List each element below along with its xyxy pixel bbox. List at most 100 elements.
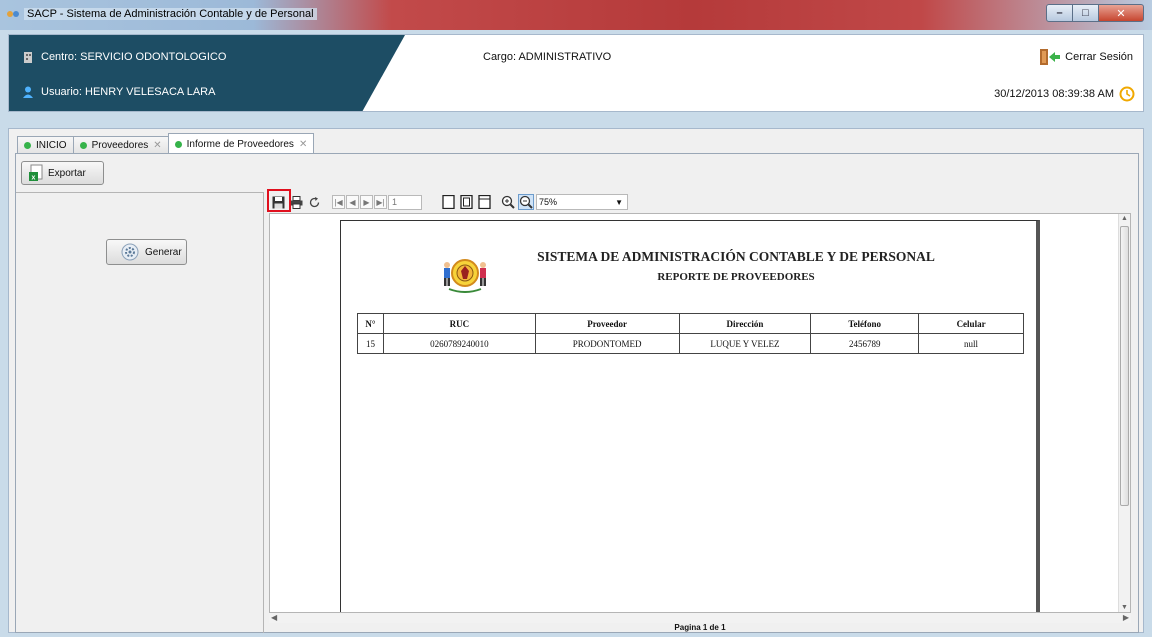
zoom-in-icon: [501, 195, 515, 209]
column-header-proveedor: Proveedor: [534, 313, 680, 334]
report-title: SISTEMA DE ADMINISTRACIÓN CONTABLE Y DE …: [537, 249, 935, 264]
tab-bar: INICIO Proveedores ✕ Informe de Proveedo…: [17, 132, 315, 154]
svg-text:x: x: [32, 175, 36, 182]
fit-page-button[interactable]: [458, 194, 474, 210]
save-icon: [272, 196, 284, 208]
column-header-num: N°: [357, 313, 384, 334]
logout-door-icon: [1040, 49, 1061, 65]
zoom-out-button[interactable]: [518, 194, 534, 210]
logout-label: Cerrar Sesión: [1065, 51, 1133, 63]
save-button[interactable]: [270, 194, 286, 210]
viewer-toolbar: |◀ ◀ ▶ ▶| 1 75% ▼: [266, 189, 1138, 212]
cell-direccion: LUQUE Y VELEZ: [678, 333, 812, 354]
user-icon: [23, 86, 33, 98]
report-viewer: |◀ ◀ ▶ ▶| 1 75% ▼ SISTEMA DE ADMINISTRAC…: [266, 189, 1138, 633]
scroll-left-icon[interactable]: ◀: [271, 613, 277, 622]
tab-status-dot: [24, 142, 31, 149]
cell-ruc: 0260789240010: [382, 333, 536, 354]
gear-icon: [121, 243, 139, 261]
excel-export-icon: x: [29, 164, 43, 182]
first-page-icon: |◀: [334, 197, 343, 207]
export-label: Exportar: [48, 167, 86, 179]
scroll-right-icon[interactable]: ▶: [1123, 613, 1129, 622]
last-page-button[interactable]: ▶|: [374, 195, 387, 209]
page-status: Pagina 1 de 1: [674, 623, 726, 632]
usuario-label: Usuario: HENRY VELESACA LARA: [41, 86, 216, 98]
tab-close-icon[interactable]: ✕: [299, 139, 307, 150]
main-panel: INICIO Proveedores ✕ Informe de Proveedo…: [8, 128, 1144, 633]
print-button[interactable]: [288, 194, 304, 210]
tab-label: Informe de Proveedores: [186, 138, 294, 150]
generate-label: Generar: [145, 246, 182, 258]
fit-width-button[interactable]: [476, 194, 492, 210]
zoom-value: 75%: [539, 197, 558, 207]
app-icon: [7, 11, 19, 17]
scroll-up-icon[interactable]: ▲: [1121, 215, 1128, 222]
cargo-label: Cargo: ADMINISTRATIVO: [483, 51, 612, 63]
column-header-direccion: Dirección: [678, 313, 812, 334]
tab-label: Proveedores: [91, 140, 149, 151]
report-subtitle: REPORTE DE PROVEEDORES: [657, 271, 815, 283]
fit-page-icon: [459, 195, 473, 209]
column-header-celular: Celular: [918, 313, 1024, 334]
column-header-telefono: Teléfono: [810, 313, 920, 334]
zoom-select[interactable]: 75% ▼: [536, 194, 628, 210]
window-title: SACP - Sistema de Administración Contabl…: [24, 8, 317, 20]
vertical-scrollbar[interactable]: ▲ ▼: [1118, 214, 1130, 612]
refresh-button[interactable]: [306, 194, 322, 210]
tab-content: x Exportar Generar |◀ ◀ ▶ ▶| 1 75% ▼ SIS…: [15, 153, 1139, 633]
filter-panel: Generar: [16, 192, 264, 633]
report-canvas: SISTEMA DE ADMINISTRACIÓN CONTABLE Y DE …: [269, 213, 1131, 613]
header-dark-band: [9, 35, 405, 111]
refresh-icon: [309, 196, 319, 207]
minimize-button[interactable]: –: [1046, 4, 1073, 22]
next-page-icon: ▶: [363, 197, 370, 207]
window-titlebar: SACP - Sistema de Administración Contabl…: [0, 0, 1152, 30]
table-row: 15 0260789240010 PRODONTOMED LUQUE Y VEL…: [357, 333, 1024, 354]
cell-num: 15: [357, 333, 384, 354]
horizontal-scrollbar[interactable]: ◀ ▶: [269, 613, 1131, 623]
datetime-display: 30/12/2013 08:39:38 AM: [994, 86, 1135, 102]
report-logo: [444, 259, 486, 293]
chevron-down-icon: ▼: [615, 197, 623, 207]
datetime-label: 30/12/2013 08:39:38 AM: [994, 88, 1114, 100]
building-icon: [24, 52, 32, 63]
tab-inicio[interactable]: INICIO: [17, 136, 74, 154]
previous-page-icon: ◀: [349, 197, 356, 207]
column-header-ruc: RUC: [382, 313, 536, 334]
tab-label: INICIO: [36, 140, 67, 151]
zoom-out-icon: [519, 195, 533, 209]
close-window-button[interactable]: ✕: [1099, 4, 1144, 22]
cell-celular: null: [918, 333, 1024, 354]
clock-icon: [1119, 86, 1135, 102]
report-page: SISTEMA DE ADMINISTRACIÓN CONTABLE Y DE …: [340, 220, 1040, 612]
fit-width-icon: [477, 195, 491, 209]
tab-proveedores[interactable]: Proveedores ✕: [72, 136, 169, 154]
print-icon: [290, 195, 302, 209]
tab-status-dot: [174, 140, 182, 148]
next-page-button[interactable]: ▶: [360, 195, 373, 209]
tab-informe-proveedores[interactable]: Informe de Proveedores ✕: [167, 133, 315, 154]
usuario-line: Usuario: HENRY VELESACA LARA: [23, 86, 215, 98]
first-page-button[interactable]: |◀: [332, 195, 345, 209]
page-number-input[interactable]: 1: [388, 194, 422, 210]
vertical-scroll-thumb[interactable]: [1120, 226, 1129, 506]
tab-status-dot: [79, 142, 87, 149]
actual-size-icon: [441, 195, 455, 209]
window-controls: – □ ✕: [1046, 4, 1144, 22]
logout-button[interactable]: Cerrar Sesión: [1039, 48, 1133, 66]
generate-button[interactable]: Generar: [106, 239, 187, 265]
table-header-row: N° RUC Proveedor Dirección Teléfono Celu…: [357, 313, 1024, 334]
last-page-icon: ▶|: [376, 197, 385, 207]
actual-size-button[interactable]: [440, 194, 456, 210]
tab-close-icon[interactable]: ✕: [153, 140, 161, 151]
maximize-button[interactable]: □: [1073, 4, 1099, 22]
previous-page-button[interactable]: ◀: [346, 195, 359, 209]
session-header: Centro: SERVICIO ODONTOLOGICO Usuario: H…: [8, 34, 1144, 112]
cell-telefono: 2456789: [810, 333, 920, 354]
scroll-down-icon[interactable]: ▼: [1121, 604, 1128, 611]
zoom-in-button[interactable]: [500, 194, 516, 210]
export-button[interactable]: x Exportar: [21, 161, 104, 185]
suppliers-table: N° RUC Proveedor Dirección Teléfono Celu…: [357, 313, 1024, 354]
centro-label: Centro: SERVICIO ODONTOLOGICO: [41, 51, 227, 63]
